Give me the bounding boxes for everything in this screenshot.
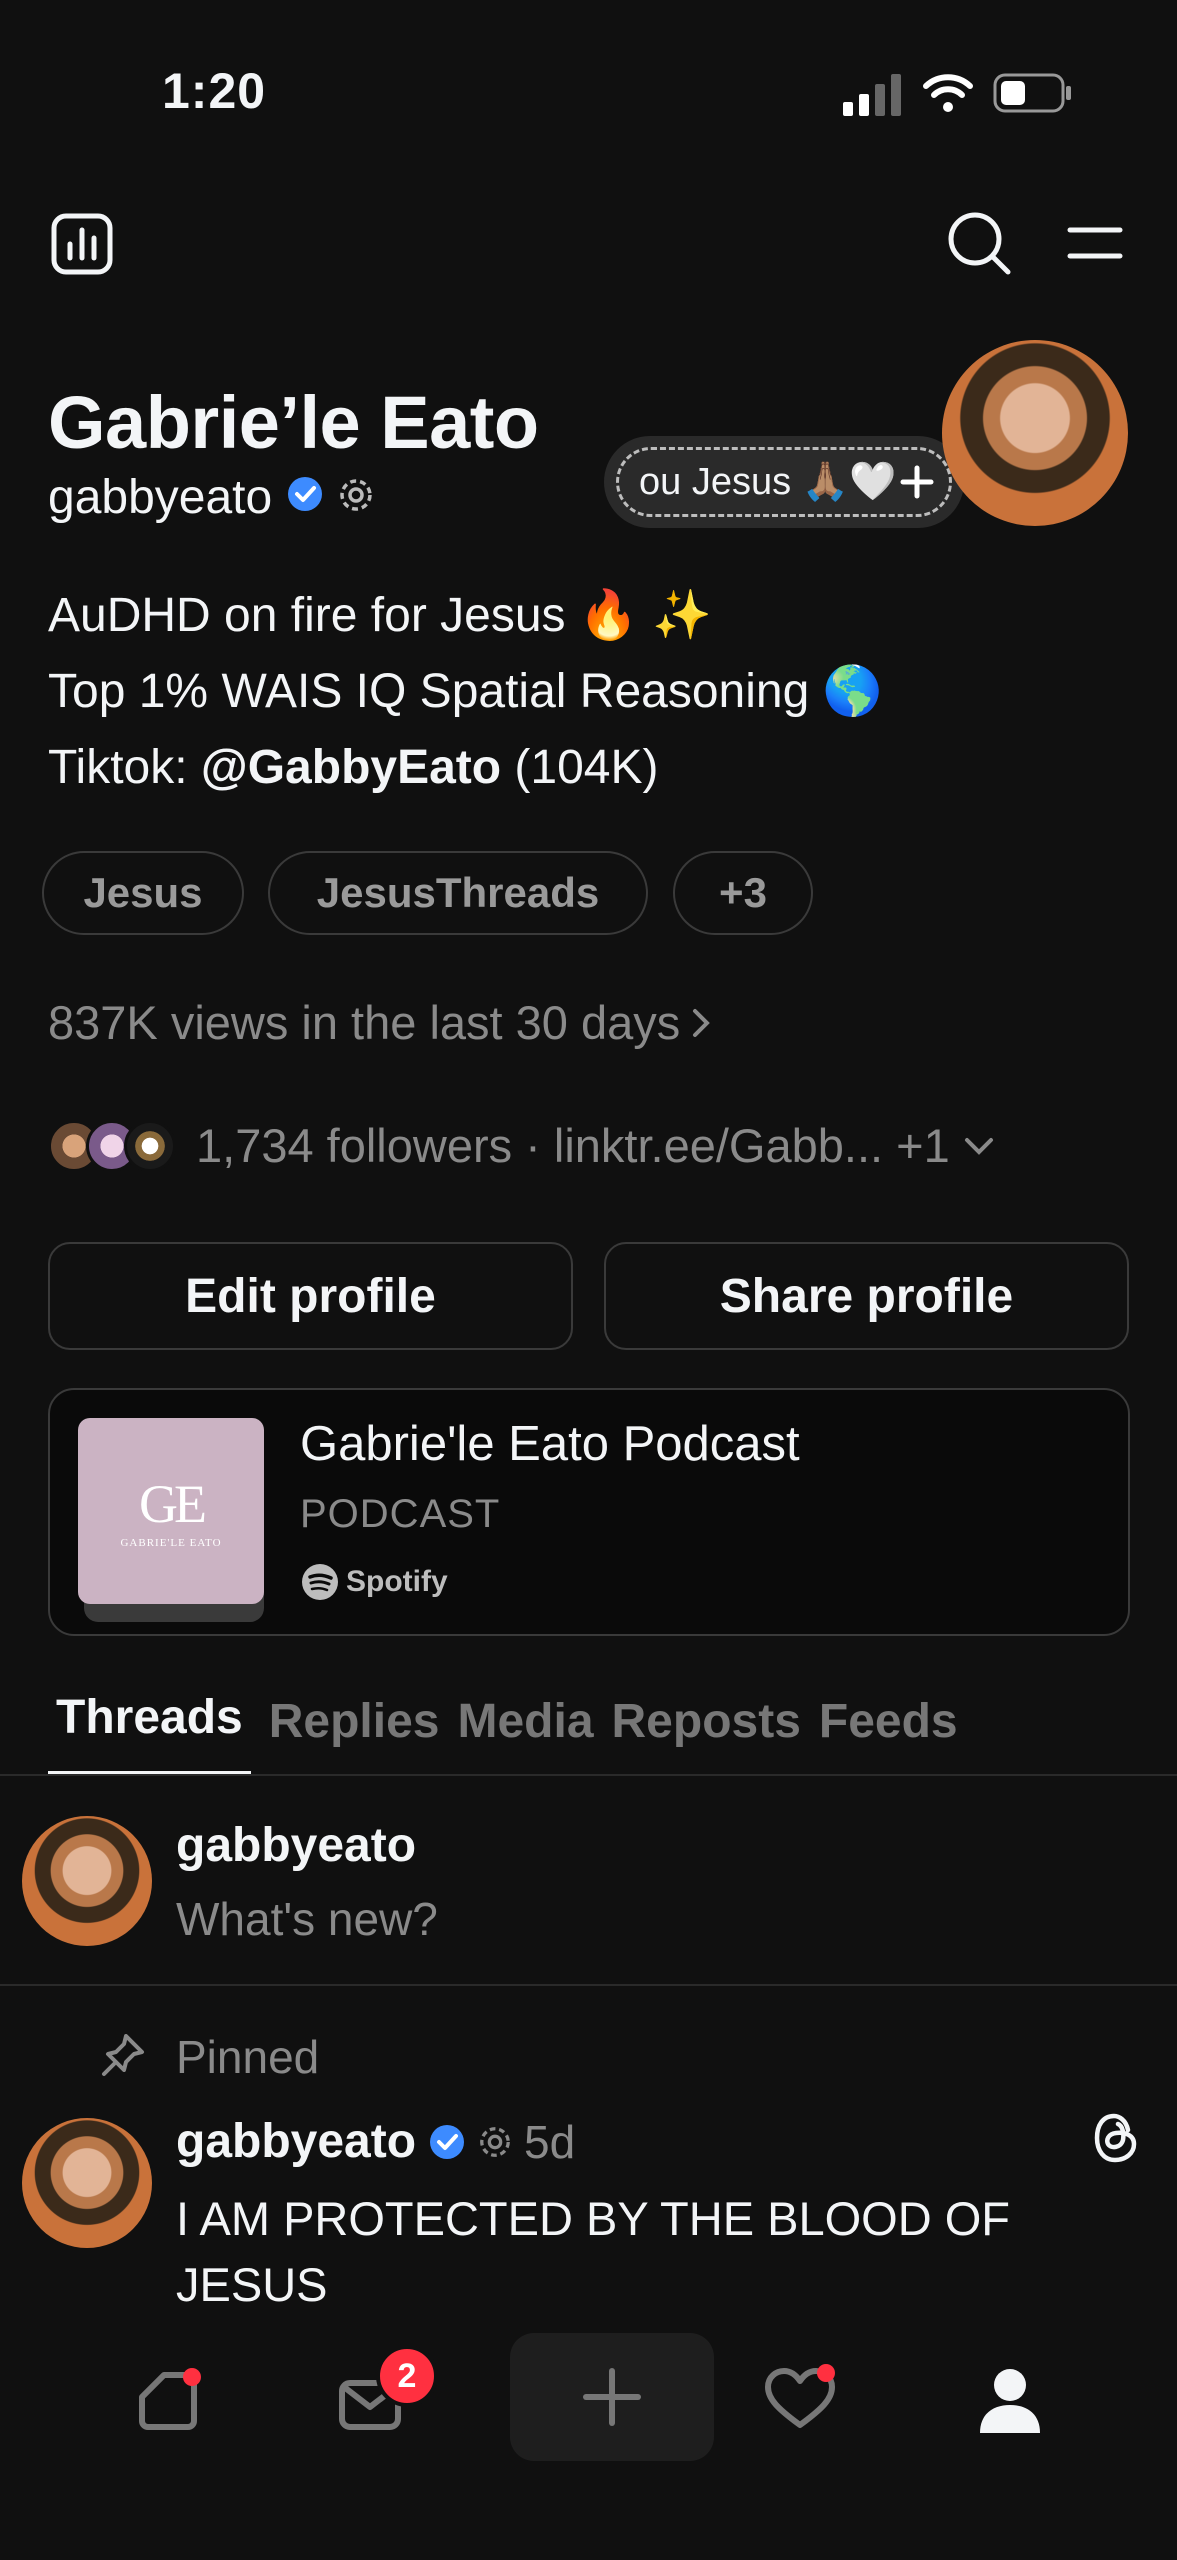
post-username[interactable]: gabbyeato — [176, 2114, 416, 2169]
composer-input[interactable]: What's new? — [176, 1892, 1076, 1946]
bio-line-3-prefix: Tiktok: — [48, 741, 201, 794]
display-name: Gabrie’le Eato — [48, 381, 539, 464]
verified-badge-icon — [286, 470, 324, 525]
follower-avatars — [48, 1119, 176, 1172]
post-header: gabbyeato 5d — [176, 2114, 575, 2169]
handle: gabbyeato — [48, 471, 273, 524]
pinned-label: Pinned — [176, 2031, 320, 2083]
edit-profile-button[interactable]: Edit profile — [48, 1242, 573, 1350]
add-note-icon[interactable] — [897, 462, 937, 502]
chevron-down-icon[interactable] — [962, 1135, 996, 1157]
bio-line-2: Top 1% WAIS IQ Spatial Reasoning 🌎 — [48, 665, 883, 718]
podcast-cover-initials: GE — [139, 1474, 207, 1534]
nav-create-button[interactable] — [510, 2333, 714, 2461]
post-avatar[interactable] — [22, 2118, 152, 2248]
bio-line-3: Tiktok: @GabbyEato (104K) — [48, 730, 882, 806]
tab-reposts[interactable]: Reposts — [612, 1694, 801, 1775]
battery-icon — [993, 72, 1073, 119]
tab-replies[interactable]: Replies — [269, 1694, 440, 1775]
podcast-provider: Spotify — [300, 1562, 448, 1602]
wifi-icon — [922, 70, 974, 119]
nav-profile-icon[interactable] — [972, 2361, 1048, 2442]
podcast-cover: GE GABRIE'LE EATO — [78, 1418, 264, 1604]
tiktok-handle[interactable]: @GabbyEato — [201, 741, 501, 794]
tabs-divider — [0, 1774, 1177, 1776]
tag-more[interactable]: +3 — [673, 851, 813, 935]
post-time: 5d — [524, 2115, 576, 2168]
tag-jesusthreads[interactable]: JesusThreads — [268, 851, 648, 935]
post-text: I AM PROTECTED BY THE BLOOD OF JESUS — [176, 2192, 1010, 2311]
share-profile-button[interactable]: Share profile — [604, 1242, 1129, 1350]
nav-home-icon[interactable] — [128, 2361, 208, 2446]
note-text: ou Jesus 🙏🏽🤍 — [639, 461, 897, 503]
podcast-provider-name: Spotify — [346, 1565, 448, 1598]
threads-logo-icon[interactable] — [1092, 2112, 1140, 2169]
tab-media[interactable]: Media — [457, 1694, 593, 1775]
menu-icon[interactable] — [1066, 218, 1124, 268]
bio-line-1: AuDHD on fire for Jesus 🔥 ✨ — [48, 589, 712, 642]
composer-avatar — [22, 1816, 152, 1946]
pin-icon — [98, 2030, 148, 2085]
podcast-label: PODCAST — [300, 1492, 501, 1536]
status-time: 1:20 — [162, 63, 267, 119]
profile-tabs: Threads Replies Media Reposts Feeds — [0, 1690, 1177, 1775]
threads-badge-icon[interactable] — [338, 470, 374, 525]
note-bubble[interactable]: ou Jesus 🙏🏽🤍 — [604, 436, 964, 528]
followers-row[interactable]: 1,734 followers · linktr.ee/Gabb... +1 — [48, 1118, 996, 1173]
messages-badge: 2 — [376, 2345, 438, 2407]
podcast-card[interactable]: GE GABRIE'LE EATO Gabrie'le Eato Podcast… — [48, 1388, 1130, 1636]
nav-activity-icon[interactable] — [760, 2359, 844, 2444]
follower-avatar — [124, 1119, 176, 1172]
tag-jesus[interactable]: Jesus — [42, 851, 244, 935]
cellular-signal-icon — [843, 72, 903, 121]
views-link[interactable]: 837K views in the last 30 days — [48, 995, 712, 1050]
insights-icon[interactable] — [48, 210, 116, 278]
spotify-icon — [300, 1562, 340, 1602]
bio: AuDHD on fire for Jesus 🔥 ✨ Top 1% WAIS … — [48, 578, 882, 806]
podcast-cover-subtitle: GABRIE'LE EATO — [120, 1537, 222, 1549]
composer-divider — [0, 1984, 1177, 1986]
composer-username: gabbyeato — [176, 1819, 417, 1872]
podcast-title: Gabrie'le Eato Podcast — [300, 1417, 800, 1471]
followers-text: 1,734 followers · linktr.ee/Gabb... +1 — [196, 1119, 950, 1172]
tab-threads[interactable]: Threads — [48, 1690, 251, 1775]
search-icon[interactable] — [944, 208, 1014, 278]
chevron-right-icon — [690, 1005, 712, 1041]
plus-icon — [580, 2365, 644, 2429]
tab-feeds[interactable]: Feeds — [819, 1694, 958, 1775]
views-text: 837K views in the last 30 days — [48, 996, 681, 1049]
bio-line-3-suffix: (104K) — [501, 741, 659, 794]
bottom-nav: 2 — [0, 2325, 1177, 2465]
threads-badge-icon — [478, 2125, 512, 2159]
verified-badge-icon — [428, 2123, 466, 2161]
profile-avatar[interactable] — [942, 340, 1128, 526]
handle-row: gabbyeato — [48, 470, 374, 525]
